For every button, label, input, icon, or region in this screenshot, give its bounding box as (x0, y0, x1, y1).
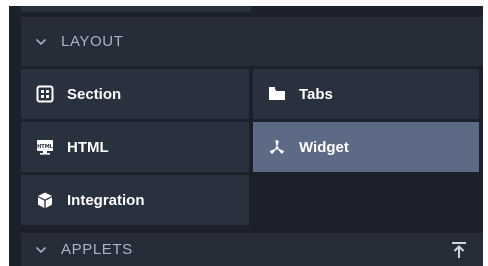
section-grid-icon (36, 85, 54, 103)
layout-section-title: LAYOUT (61, 33, 124, 50)
cube-icon (36, 191, 54, 209)
tabs-tile-label: Tabs (299, 85, 333, 103)
svg-text:HTML: HTML (37, 144, 54, 150)
integration-tile-label: Integration (67, 191, 145, 209)
folder-tabs-icon (268, 85, 286, 103)
tabs-tile[interactable]: Tabs (253, 69, 479, 119)
scroll-to-top-icon[interactable] (451, 241, 467, 259)
html-tile-label: HTML (67, 138, 109, 156)
widget-fan-icon (268, 138, 286, 156)
previous-item-edge (21, 6, 251, 12)
html-monitor-icon: HTML (36, 138, 54, 156)
section-tile-label: Section (67, 85, 122, 103)
applets-section-header[interactable]: APPLETS (21, 233, 483, 266)
chevron-down-icon (36, 38, 46, 45)
section-tile[interactable]: Section (21, 69, 249, 119)
components-panel: LAYOUT Section Tabs HTML HTML Widget Int… (9, 6, 483, 266)
widget-tile-label: Widget (299, 138, 349, 156)
widget-tile[interactable]: Widget (253, 122, 479, 172)
html-tile[interactable]: HTML HTML (21, 122, 249, 172)
integration-tile[interactable]: Integration (21, 175, 249, 225)
chevron-down-icon (36, 246, 46, 253)
layout-section-header[interactable]: LAYOUT (21, 17, 483, 66)
applets-section-title: APPLETS (61, 241, 133, 258)
